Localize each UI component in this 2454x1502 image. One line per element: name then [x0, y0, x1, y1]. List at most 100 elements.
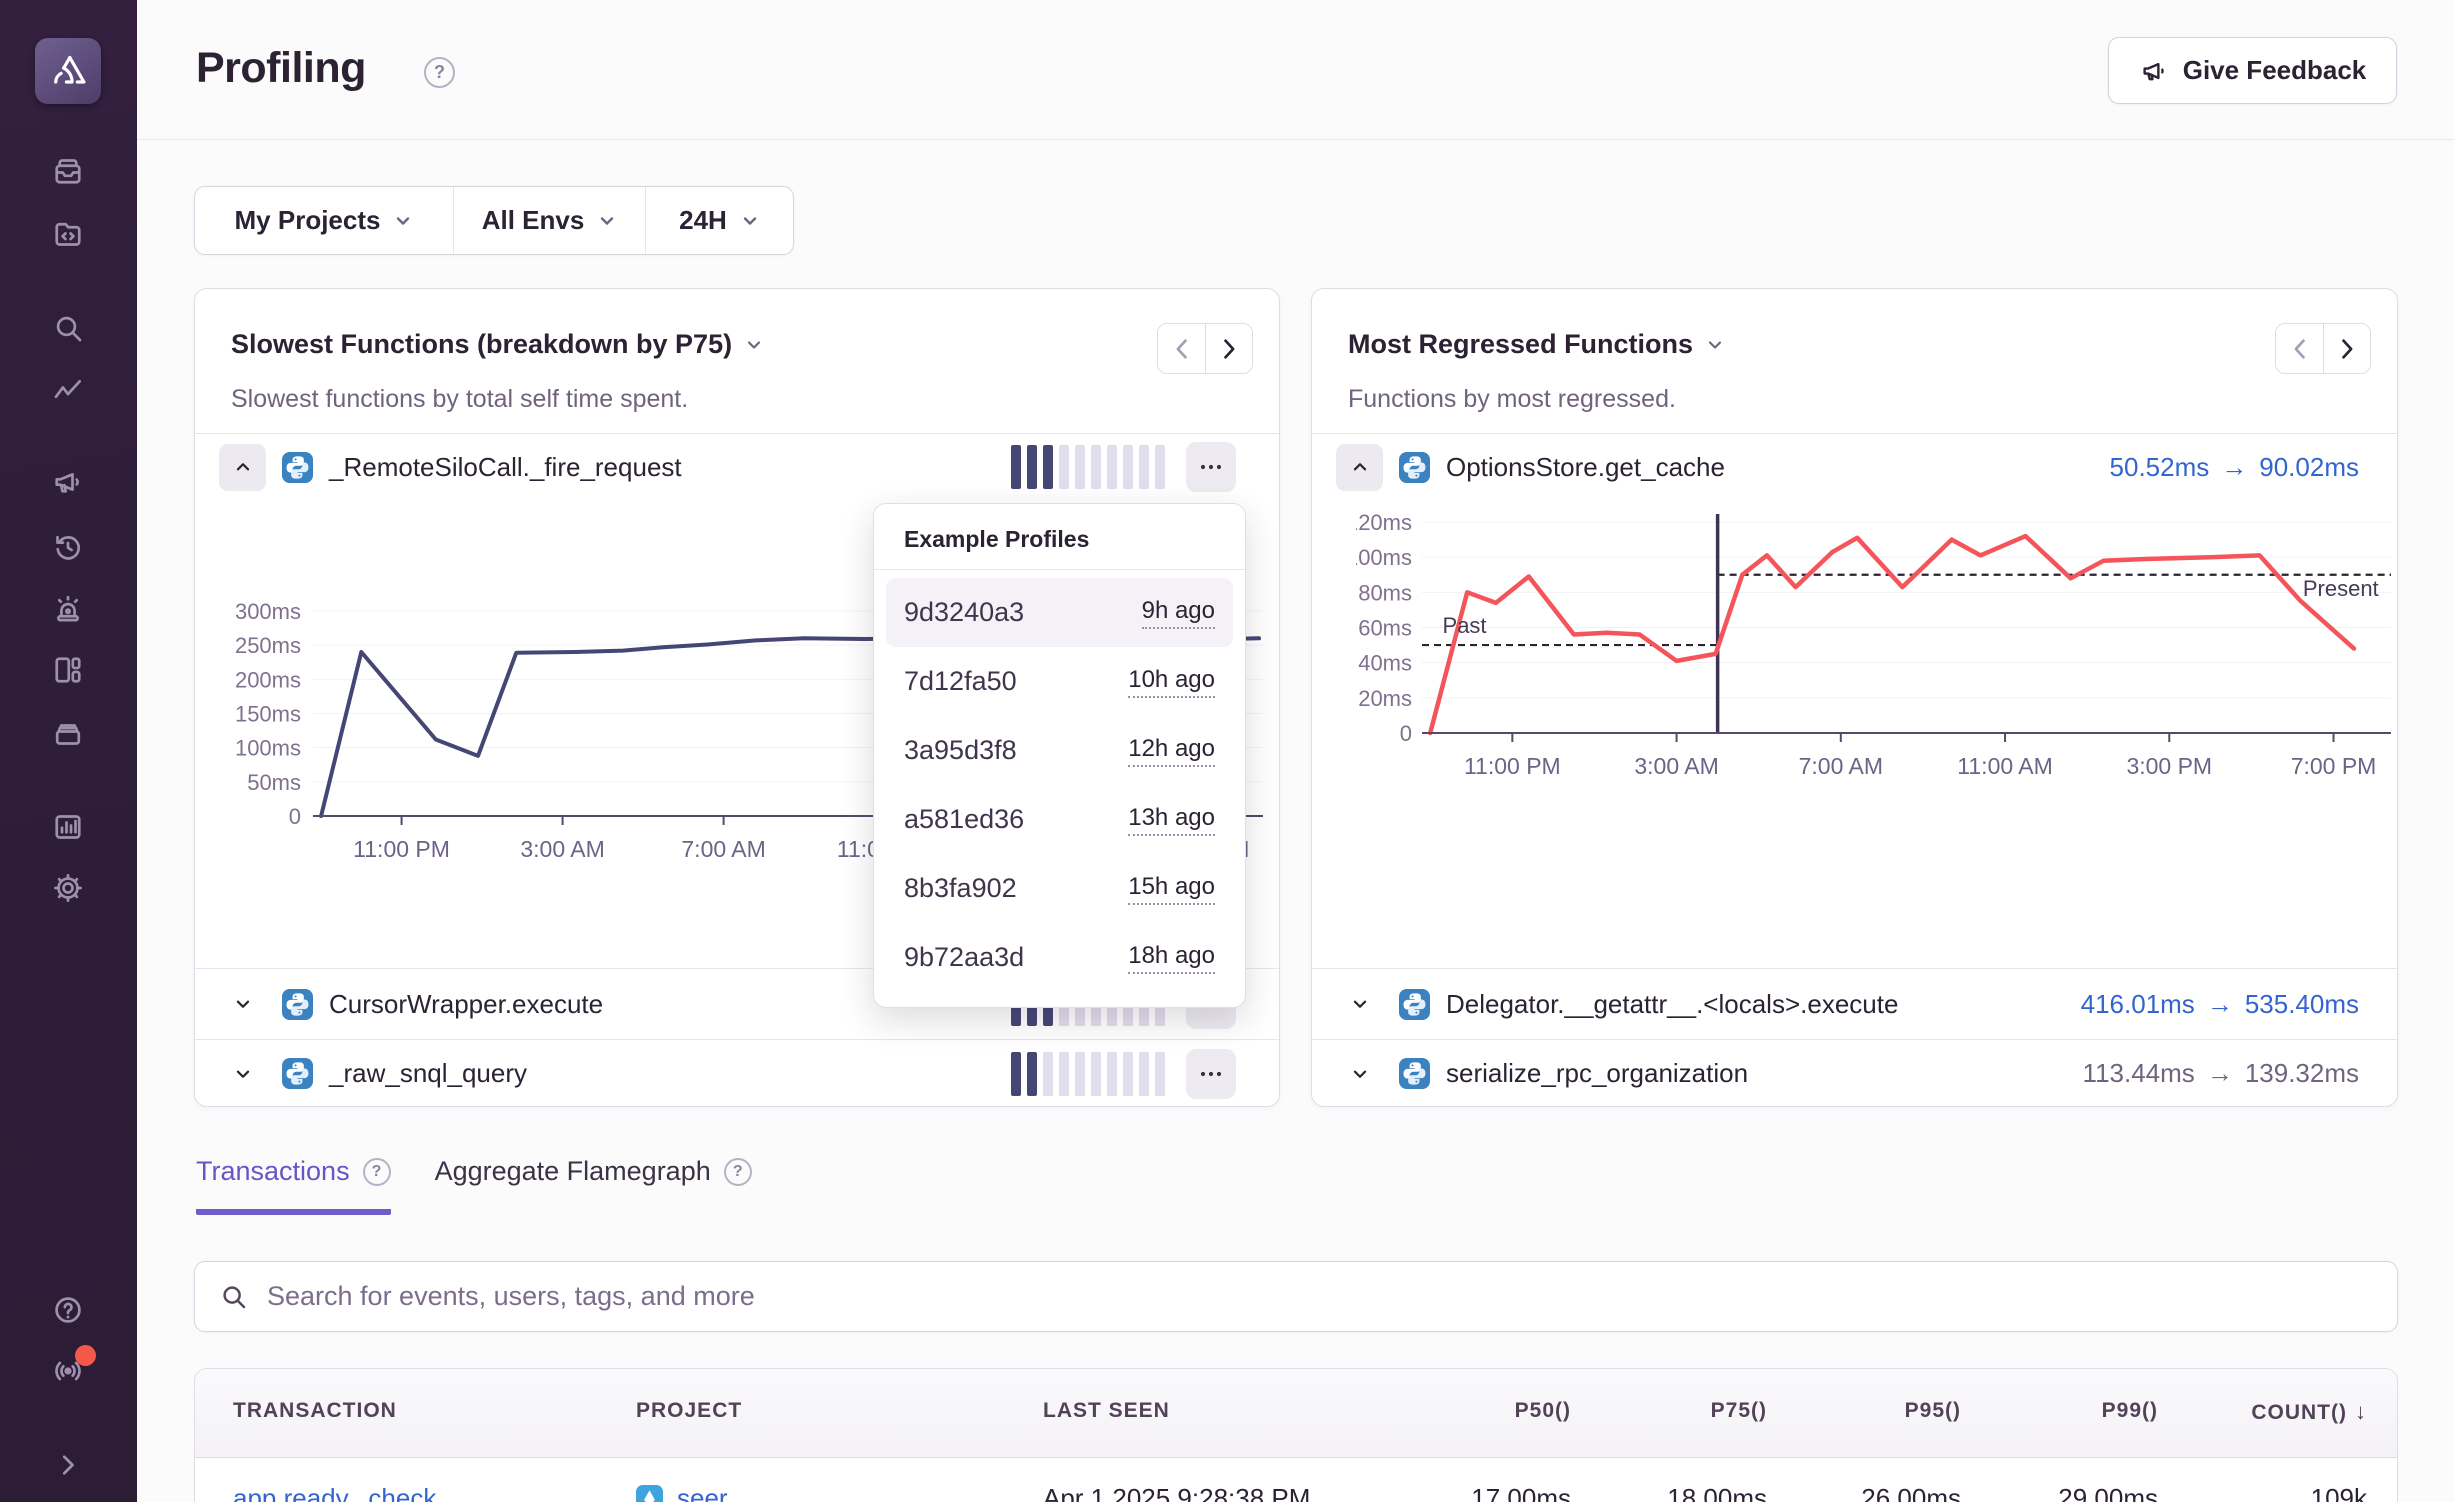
sidebar-item-replays[interactable] [49, 528, 87, 566]
chevron-up-icon [232, 456, 254, 478]
profile-age[interactable]: 10h ago [1128, 666, 1215, 698]
function-name[interactable]: Delegator.__getattr__.<locals>.execute [1446, 989, 1898, 1020]
column-header-p99[interactable]: P99() [2102, 1399, 2158, 1423]
widget-title-most-regressed[interactable]: Most Regressed Functions [1348, 329, 1725, 360]
sidebar-item-dashboards[interactable] [49, 651, 87, 689]
example-profile-item[interactable]: a581ed36 13h ago [886, 785, 1233, 854]
python-platform-icon [1399, 989, 1430, 1020]
sidebar-item-issues[interactable] [49, 152, 87, 190]
sidebar-item-projects[interactable] [49, 215, 87, 253]
expand-row-button[interactable] [219, 1050, 266, 1097]
tab-aggregate-flamegraph[interactable]: Aggregate Flamegraph ? [435, 1156, 752, 1215]
sidebar-item-collapse[interactable] [49, 1446, 87, 1484]
project-filter[interactable]: My Projects [195, 187, 453, 254]
function-row[interactable]: _RemoteSiloCall._fire_request [195, 433, 1279, 501]
function-row[interactable]: Delegator.__getattr__.<locals>.execute 4… [1312, 968, 2397, 1039]
profiling-help-icon[interactable]: ? [424, 57, 455, 88]
chevron-down-icon [1349, 993, 1371, 1015]
profile-id: a581ed36 [904, 804, 1024, 835]
expand-row-button[interactable] [219, 981, 266, 1028]
profile-age[interactable]: 15h ago [1128, 873, 1215, 905]
tab-help-icon[interactable]: ? [724, 1158, 752, 1186]
column-header-lastseen[interactable]: LAST SEEN [1043, 1399, 1170, 1423]
pager-next-button[interactable] [2323, 324, 2370, 373]
sentry-logo[interactable] [35, 38, 101, 104]
example-profile-item[interactable]: 8b3fa902 15h ago [886, 854, 1233, 923]
tab-help-icon[interactable]: ? [363, 1158, 391, 1186]
function-name[interactable]: CursorWrapper.execute [329, 989, 603, 1020]
example-profile-item[interactable]: 7d12fa50 10h ago [886, 647, 1233, 716]
column-header-transaction[interactable]: TRANSACTION [233, 1399, 397, 1423]
more-options-button[interactable] [1186, 442, 1236, 492]
sidebar-item-settings[interactable] [49, 869, 87, 907]
expand-row-button[interactable] [1336, 1050, 1383, 1097]
regression-values[interactable]: 416.01ms→535.40ms [2081, 989, 2359, 1020]
svg-text:Past: Past [1443, 613, 1487, 638]
function-name[interactable]: _raw_snql_query [329, 1058, 527, 1089]
pager-prev-button[interactable] [2276, 324, 2323, 373]
sidebar-item-performance[interactable] [49, 371, 87, 409]
sidebar-item-explore[interactable] [49, 309, 87, 347]
example-profile-item[interactable]: 3a95d3f8 12h ago [886, 716, 1233, 785]
function-name[interactable]: _RemoteSiloCall._fire_request [329, 452, 682, 483]
expand-row-button[interactable] [1336, 981, 1383, 1028]
table-header: TRANSACTION PROJECT LAST SEEN P50() P75() P95… [195, 1369, 2397, 1458]
function-row[interactable]: _raw_snql_query [195, 1039, 1279, 1107]
tab-transactions[interactable]: Transactions ? [196, 1156, 391, 1215]
profile-age[interactable]: 9h ago [1142, 597, 1215, 629]
example-profile-item[interactable]: 9d3240a3 9h ago [886, 578, 1233, 647]
give-feedback-button[interactable]: Give Feedback [2108, 37, 2397, 104]
transaction-link[interactable]: app.ready._check [233, 1483, 436, 1502]
svg-text:40ms: 40ms [1358, 651, 1412, 676]
sidebar-item-releases[interactable] [49, 714, 87, 752]
chevron-right-icon [1220, 338, 1238, 360]
sidebar-item-help[interactable] [49, 1291, 87, 1329]
profile-age[interactable]: 13h ago [1128, 804, 1215, 836]
svg-text:200ms: 200ms [235, 667, 301, 692]
regression-values[interactable]: 113.44ms→139.32ms [2083, 1058, 2359, 1089]
column-header-count[interactable]: COUNT()↓ [2251, 1399, 2367, 1425]
sidebar-item-feedback[interactable] [49, 463, 87, 501]
chevron-down-icon [232, 1063, 254, 1085]
sidebar-item-whats-new[interactable] [49, 1352, 87, 1390]
p50-value: 17.00ms [1471, 1483, 1571, 1502]
widget-title-slowest-functions[interactable]: Slowest Functions (breakdown by P75) [231, 329, 764, 360]
column-header-p95[interactable]: P95() [1905, 1399, 1961, 1423]
python-platform-icon [1399, 452, 1430, 483]
svg-text:300ms: 300ms [235, 599, 301, 624]
search-icon [219, 1282, 249, 1312]
profile-id: 9b72aa3d [904, 942, 1024, 973]
collapse-row-button[interactable] [1336, 444, 1383, 491]
more-options-button[interactable] [1186, 1049, 1236, 1099]
svg-text:250ms: 250ms [235, 633, 301, 658]
function-row[interactable]: serialize_rpc_organization 113.44ms→139.… [1312, 1039, 2397, 1107]
megaphone-icon [2139, 56, 2169, 86]
p99-value: 29.00ms [2058, 1483, 2158, 1502]
page-header [137, 0, 2454, 140]
widget-subtitle: Slowest functions by total self time spe… [231, 385, 688, 414]
column-header-p50[interactable]: P50() [1515, 1399, 1571, 1423]
function-name[interactable]: serialize_rpc_organization [1446, 1058, 1748, 1089]
column-header-project[interactable]: PROJECT [636, 1399, 742, 1423]
function-row[interactable]: OptionsStore.get_cache 50.52ms→90.02ms [1312, 433, 2397, 501]
sidebar-item-stats[interactable] [49, 808, 87, 846]
profile-id: 7d12fa50 [904, 666, 1017, 697]
profile-age[interactable]: 12h ago [1128, 735, 1215, 767]
column-header-p75[interactable]: P75() [1711, 1399, 1767, 1423]
pager-next-button[interactable] [1205, 324, 1252, 373]
function-name[interactable]: OptionsStore.get_cache [1446, 452, 1725, 483]
regression-values[interactable]: 50.52ms→90.02ms [2110, 452, 2359, 483]
sidebar-item-alerts[interactable] [49, 589, 87, 627]
pager-prev-button[interactable] [1158, 324, 1205, 373]
environment-filter[interactable]: All Envs [453, 187, 646, 254]
collapse-row-button[interactable] [219, 444, 266, 491]
before-value: 113.44ms [2083, 1058, 2195, 1089]
profile-age[interactable]: 18h ago [1128, 942, 1215, 974]
date-range-filter[interactable]: 24H [646, 187, 793, 254]
search-input[interactable] [267, 1281, 2373, 1312]
before-value: 50.52ms [2110, 452, 2210, 483]
project-link[interactable]: seer [677, 1483, 728, 1502]
widget-subtitle: Functions by most regressed. [1348, 385, 1676, 414]
svg-text:Present: Present [2303, 576, 2379, 601]
example-profile-item[interactable]: 9b72aa3d 18h ago [886, 923, 1233, 992]
